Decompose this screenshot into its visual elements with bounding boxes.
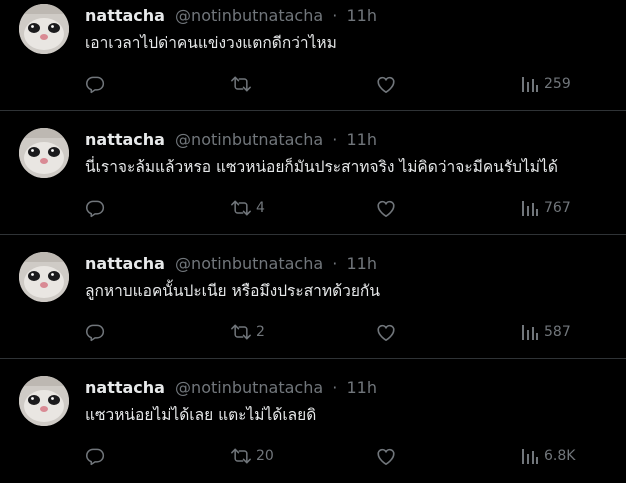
separator-dot: · [332,130,338,149]
avatar[interactable] [19,128,69,178]
retweet-count: 20 [256,448,274,464]
reply-icon [86,200,105,218]
views-button[interactable]: 767 [520,196,571,220]
display-name[interactable]: nattacha [85,254,165,273]
separator-dot: · [332,6,338,25]
retweet-button[interactable]: 2 [230,320,265,344]
tweet-text: เอาเวลาไปด่าคนแข่งวงแตกดีกว่าไหม [85,34,337,52]
separator-dot: · [332,378,338,397]
view-count: 6.8K [544,448,576,464]
like-icon [377,200,395,217]
tweet[interactable]: nattacha @notinbutnatacha · 11h แซวหน่อย… [0,359,626,483]
separator-dot: · [332,254,338,273]
reply-button[interactable] [85,72,109,96]
user-handle[interactable]: @notinbutnatacha [175,130,323,149]
retweet-count: 4 [256,200,265,216]
views-icon [522,325,538,340]
retweet-button[interactable] [230,72,256,96]
cat-avatar-image [19,128,69,178]
tweet-text: แซวหน่อยไม่ได้เลย แตะไม่ได้เลยดิ [85,406,317,424]
reply-icon [86,76,105,94]
user-handle[interactable]: @notinbutnatacha [175,6,323,25]
cat-avatar-image [19,376,69,426]
retweet-button[interactable]: 20 [230,444,274,468]
tweet-text: นี่เราจะล้มแล้วหรอ แซวหน่อยก็มันประสาทจร… [85,158,558,176]
tweet-header: nattacha @notinbutnatacha · 11h [85,377,377,399]
retweet-button[interactable]: 4 [230,196,265,220]
retweet-count: 2 [256,324,265,340]
reply-icon [86,324,105,342]
user-handle[interactable]: @notinbutnatacha [175,378,323,397]
tweet-header: nattacha @notinbutnatacha · 11h [85,5,377,27]
like-icon [377,448,395,465]
like-icon [377,76,395,93]
timestamp[interactable]: 11h [346,6,377,25]
reply-button[interactable] [85,196,109,220]
display-name[interactable]: nattacha [85,6,165,25]
tweet[interactable]: nattacha @notinbutnatacha · 11h เอาเวลาไ… [0,0,626,111]
timestamp[interactable]: 11h [346,130,377,149]
like-button[interactable] [375,72,401,96]
like-icon [377,324,395,341]
reply-button[interactable] [85,320,109,344]
tweet-actions: 259 [0,72,626,96]
tweet-actions: 4 767 [0,196,626,220]
like-button[interactable] [375,196,401,220]
display-name[interactable]: nattacha [85,378,165,397]
view-count: 587 [544,324,571,340]
display-name[interactable]: nattacha [85,130,165,149]
views-icon [522,449,538,464]
tweet-header: nattacha @notinbutnatacha · 11h [85,129,377,151]
views-button[interactable]: 587 [520,320,571,344]
avatar[interactable] [19,4,69,54]
avatar[interactable] [19,376,69,426]
retweet-icon [231,200,251,216]
tweet-text: ลูกหาบแอคนั้นปะเนีย หรือมึงประสาทด้วยกัน [85,282,380,300]
view-count: 767 [544,200,571,216]
views-button[interactable]: 259 [520,72,571,96]
views-icon [522,201,538,216]
timestamp[interactable]: 11h [346,378,377,397]
tweet-actions: 2 587 [0,320,626,344]
views-icon [522,77,538,92]
like-button[interactable] [375,320,401,344]
timestamp[interactable]: 11h [346,254,377,273]
retweet-icon [231,324,251,340]
tweet[interactable]: nattacha @notinbutnatacha · 11h นี่เราจะ… [0,111,626,235]
reply-icon [86,448,105,466]
reply-button[interactable] [85,444,109,468]
cat-avatar-image [19,4,69,54]
tweet-actions: 20 6.8K [0,444,626,468]
retweet-icon [231,76,251,92]
tweet[interactable]: nattacha @notinbutnatacha · 11h ลูกหาบแอ… [0,235,626,359]
view-count: 259 [544,76,571,92]
tweet-timeline: nattacha @notinbutnatacha · 11h เอาเวลาไ… [0,0,626,481]
tweet-header: nattacha @notinbutnatacha · 11h [85,253,377,275]
views-button[interactable]: 6.8K [520,444,575,468]
cat-avatar-image [19,252,69,302]
avatar[interactable] [19,252,69,302]
user-handle[interactable]: @notinbutnatacha [175,254,323,273]
like-button[interactable] [375,444,401,468]
retweet-icon [231,448,251,464]
